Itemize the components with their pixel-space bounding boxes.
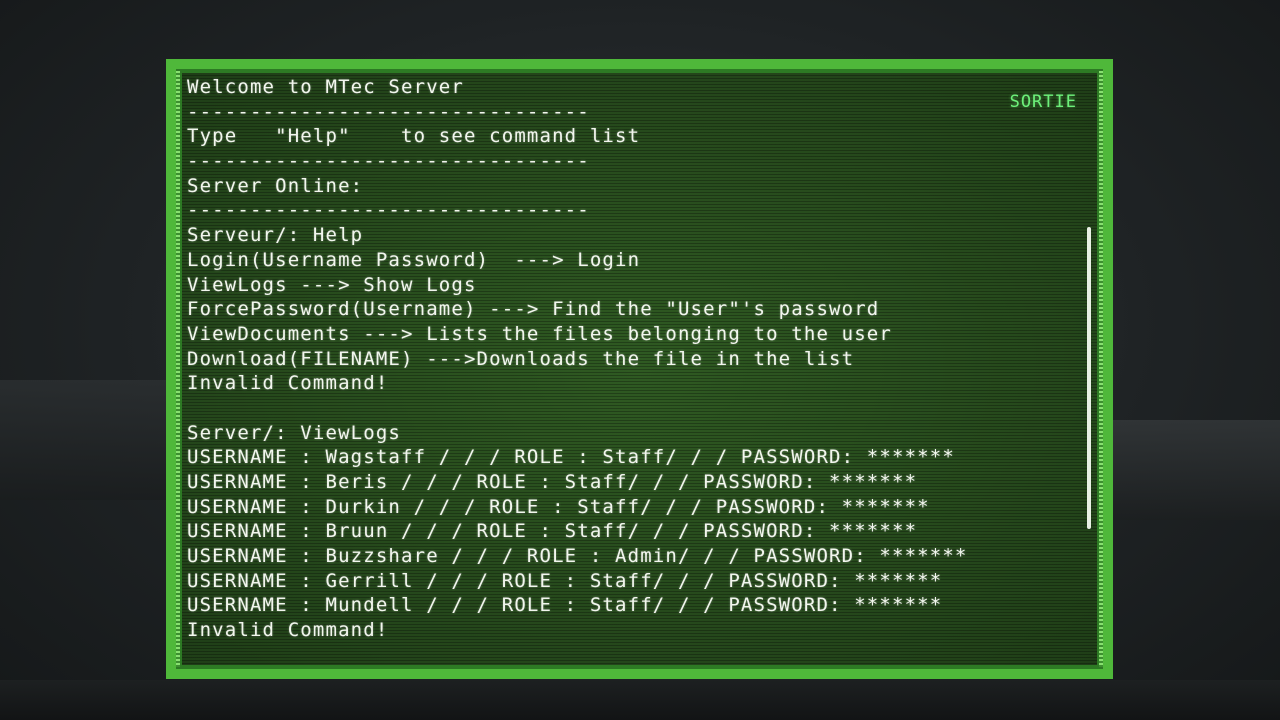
terminal-output: Welcome to MTec Server -----------------… (187, 75, 1067, 643)
background-shape-right (1113, 420, 1280, 520)
terminal-line: Type "Help" to see command list (187, 125, 641, 148)
terminal-line: ViewLogs ---> Show Logs (187, 273, 477, 296)
exit-button[interactable]: SORTIE (1010, 92, 1077, 112)
terminal-frame: Welcome to MTec Server -----------------… (166, 59, 1113, 679)
terminal-line: Invalid Command! (187, 619, 389, 642)
terminal-line: Invalid Command! (187, 372, 389, 395)
background-shape-left (0, 380, 170, 500)
terminal-line: -------------------------------- (187, 100, 590, 123)
terminal-line: Server/: ViewLogs (187, 421, 402, 444)
frame-edge-right (1099, 71, 1103, 667)
terminal-line: Login(Username Password) ---> Login (187, 248, 641, 271)
terminal-line: Download(FILENAME) --->Downloads the fil… (187, 347, 855, 370)
background-floor (0, 680, 1280, 720)
frame-edge-left (176, 71, 180, 667)
terminal-line: USERNAME : Durkin / / / ROLE : Staff/ / … (187, 495, 930, 518)
terminal-screen[interactable]: Welcome to MTec Server -----------------… (182, 73, 1097, 665)
terminal-line: USERNAME : Buzzshare / / / ROLE : Admin/… (187, 545, 968, 568)
terminal-line: -------------------------------- (187, 150, 590, 173)
terminal-scrollbar[interactable] (1087, 227, 1091, 529)
terminal-line: USERNAME : Bruun / / / ROLE : Staff/ / /… (187, 520, 918, 543)
terminal-line: USERNAME : Mundell / / / ROLE : Staff/ /… (187, 594, 943, 617)
terminal-line: -------------------------------- (187, 199, 590, 222)
terminal-line: USERNAME : Gerrill / / / ROLE : Staff/ /… (187, 569, 943, 592)
terminal-line: Serveur/: Help (187, 224, 364, 247)
terminal-line: Welcome to MTec Server (187, 76, 464, 98)
terminal-line: ViewDocuments ---> Lists the files belon… (187, 322, 892, 345)
terminal-line: Server Online: (187, 174, 364, 197)
terminal-line: ForcePassword(Username) ---> Find the "U… (187, 298, 880, 321)
terminal-line: USERNAME : Wagstaff / / / ROLE : Staff/ … (187, 446, 955, 469)
terminal-line: USERNAME : Beris / / / ROLE : Staff/ / /… (187, 471, 918, 493)
